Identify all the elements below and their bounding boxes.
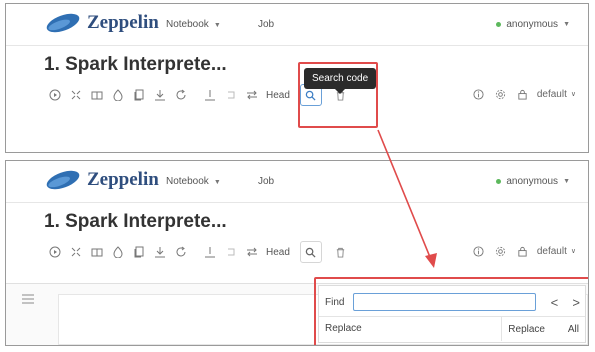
status-dot-icon (496, 22, 502, 27)
status-dot-icon (496, 179, 502, 184)
expand-icon[interactable] (65, 243, 86, 262)
search-icon (306, 247, 316, 258)
chevron-down-icon: ▼ (563, 178, 570, 185)
chevron-down-icon: ▼ (213, 22, 221, 29)
chevron-down-icon[interactable]: ∨ (571, 90, 576, 98)
book-icon[interactable] (86, 86, 107, 105)
note-title[interactable]: 1. Spark Interprete... (44, 54, 227, 76)
nav-job-label: Job (258, 176, 275, 187)
head-label[interactable]: Head (262, 86, 294, 105)
nav-notebook[interactable]: Notebook ▼ (166, 19, 221, 30)
user-name: anonymous (506, 19, 559, 30)
download-icon[interactable] (149, 243, 170, 262)
lock-icon[interactable] (515, 243, 531, 259)
play-circle-icon[interactable] (44, 243, 65, 262)
screenshot-before: Zeppelin Notebook ▼ Job anonymous ▼ 1. Spa… (5, 3, 589, 153)
chevron-down-icon: ▼ (213, 179, 221, 186)
nav-job-label: Job (258, 19, 275, 30)
play-circle-icon[interactable] (44, 86, 65, 105)
user-menu[interactable]: anonymous ▼ (496, 176, 570, 187)
gear-icon[interactable] (493, 86, 509, 102)
nav-job[interactable]: Job (258, 19, 274, 30)
download-icon[interactable] (149, 86, 170, 105)
info-icon[interactable] (471, 86, 487, 102)
note-title[interactable]: 1. Spark Interprete... (44, 211, 227, 233)
brand[interactable]: Zeppelin (44, 12, 159, 34)
note-settings: default ∨ (471, 86, 576, 102)
trash-icon (337, 247, 345, 258)
navbar: Zeppelin Notebook ▼ Job anonymous ▼ (6, 161, 588, 203)
zeppelin-logo-icon (46, 13, 80, 33)
brand-name: Zeppelin (87, 12, 159, 33)
book-icon[interactable] (86, 243, 107, 262)
user-menu[interactable]: anonymous ▼ (496, 19, 570, 30)
nav-notebook[interactable]: Notebook ▼ (166, 176, 221, 187)
highlight-box-find-panel (314, 277, 588, 345)
gear-icon[interactable] (493, 243, 509, 259)
refresh-icon[interactable] (170, 243, 191, 262)
commit-icon[interactable] (199, 243, 220, 262)
lock-icon[interactable] (515, 86, 531, 102)
expand-icon[interactable] (65, 86, 86, 105)
user-name: anonymous (506, 176, 559, 187)
info-icon[interactable] (471, 243, 487, 259)
highlight-box-search (298, 62, 378, 128)
refresh-icon[interactable] (170, 86, 191, 105)
chevron-down-icon[interactable]: ∨ (571, 247, 576, 255)
nav-job[interactable]: Job (258, 176, 274, 187)
screenshot-after: Zeppelin Notebook ▼ Job anonymous ▼ 1. Spa… (5, 160, 589, 346)
brand-name: Zeppelin (87, 169, 159, 190)
eraser-icon[interactable] (107, 243, 128, 262)
revert-icon[interactable] (220, 243, 241, 262)
revert-icon[interactable] (220, 86, 241, 105)
note-settings: default ∨ (471, 243, 576, 259)
toolbar-group-main (44, 243, 191, 262)
head-label[interactable]: Head (262, 243, 294, 262)
zeppelin-logo-icon (46, 170, 80, 190)
copy-icon[interactable] (128, 243, 149, 262)
nav-notebook-label: Notebook (166, 176, 209, 187)
navbar: Zeppelin Notebook ▼ Job anonymous ▼ (6, 4, 588, 46)
copy-icon[interactable] (128, 86, 149, 105)
list-icon[interactable] (22, 294, 34, 304)
note-toolbar: Head (44, 241, 360, 263)
compare-icon[interactable] (241, 243, 262, 262)
eraser-icon[interactable] (107, 86, 128, 105)
interpreter-default-label[interactable]: default (537, 89, 567, 100)
search-code-button[interactable] (299, 241, 322, 263)
interpreter-default-label[interactable]: default (537, 246, 567, 257)
toolbar-group-version: Head (199, 241, 352, 263)
toolbar-group-main (44, 86, 191, 105)
compare-icon[interactable] (241, 86, 262, 105)
delete-note-button[interactable] (330, 241, 352, 263)
chevron-down-icon: ▼ (563, 21, 570, 28)
brand[interactable]: Zeppelin (44, 169, 159, 191)
nav-notebook-label: Notebook (166, 19, 209, 30)
commit-icon[interactable] (199, 86, 220, 105)
